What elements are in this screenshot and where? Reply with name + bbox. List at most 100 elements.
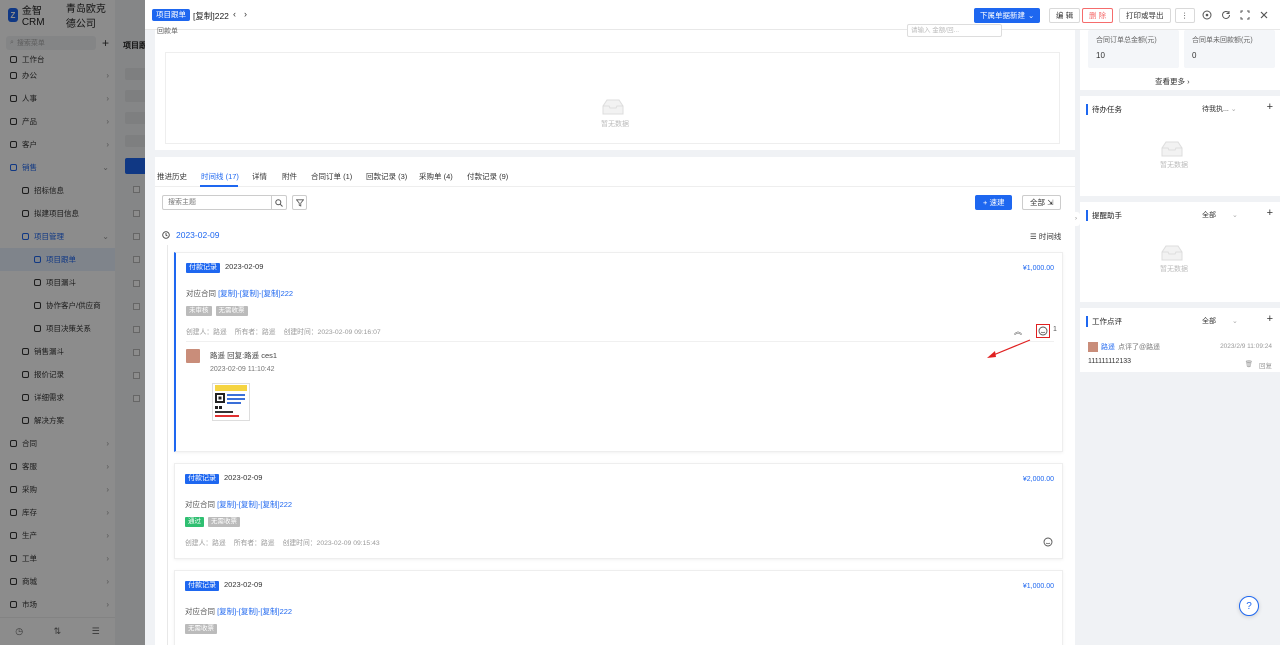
add-reminder-icon[interactable]: + xyxy=(1267,207,1273,219)
record-badges: 通过 无需收票 xyxy=(185,517,240,527)
record-type-tag: 付款记录 xyxy=(185,474,219,484)
timeline-record[interactable]: 付款记录 2023-02-09 ¥2,000.00 对应合同 [复制]-[复制]… xyxy=(174,463,1063,559)
tab-contract-orders[interactable]: 合同订单 (1) xyxy=(311,171,352,182)
timeline-record[interactable]: 付款记录 2023-02-09 ¥1,000.00 对应合同 [复制]-[复制]… xyxy=(174,252,1063,452)
stats-card: 合同订单总金额(元) 10 合同单未回款额(元) 0 查看更多 › xyxy=(1080,30,1280,90)
receipt-card-title: 回款单 xyxy=(157,28,178,35)
chevron-down-icon: ⌄ xyxy=(1231,212,1238,219)
search-input[interactable] xyxy=(163,196,271,209)
comment-icon[interactable] xyxy=(1037,325,1049,337)
record-date: 2023-02-09 xyxy=(224,473,263,482)
collapse-icon: ⇲ xyxy=(1047,198,1054,207)
invoice-badge: 无需收票 xyxy=(208,517,240,527)
module-tag: 项目跟单 xyxy=(152,9,190,21)
active-tab-indicator xyxy=(200,185,238,187)
review-actions: 🗑 回复 xyxy=(1245,360,1272,370)
print-export-button[interactable]: 打印或导出 xyxy=(1119,8,1171,23)
record-amount: ¥2,000.00 xyxy=(1022,476,1054,483)
empty-state: 暂无数据 xyxy=(601,98,629,129)
comment-image[interactable] xyxy=(212,383,250,421)
tab-progress-history[interactable]: 推进历史 xyxy=(157,171,187,182)
tab-attachments[interactable]: 附件 xyxy=(282,171,297,182)
todo-title: 待办任务 xyxy=(1086,104,1122,115)
todo-card: 待办任务 待我执... ⌄ + 暂无数据 xyxy=(1080,96,1280,196)
quick-create-button[interactable]: + 速建 xyxy=(975,195,1013,210)
downstream-create-button[interactable]: 下属单据新建 ⌄ xyxy=(974,8,1041,23)
view-more-link[interactable]: 查看更多 › xyxy=(1155,76,1190,87)
invoice-badge: 无需收票 xyxy=(185,624,217,634)
review-text: 111111112133 xyxy=(1088,358,1132,365)
review-filter[interactable]: 全部 ⌄ xyxy=(1202,316,1238,326)
drawer-header: 项目跟单 [复制]222 ‹ › 下属单据新建 ⌄ 编 辑 删 除 打印或导出 ⋮ xyxy=(145,0,1280,30)
record-contract: 对应合同 [复制]-[复制]-[复制]222 xyxy=(185,500,293,509)
next-record-icon[interactable]: › xyxy=(244,9,247,19)
all-filter-button[interactable]: 全部 ⇲ xyxy=(1022,195,1062,210)
clock-icon xyxy=(162,231,170,239)
delete-button[interactable]: 删 除 xyxy=(1082,8,1114,23)
detail-drawer: 项目跟单 [复制]222 ‹ › 下属单据新建 ⌄ 编 辑 删 除 打印或导出 ⋮… xyxy=(145,0,1280,645)
timeline-axis xyxy=(167,245,168,645)
comment-icon[interactable] xyxy=(1042,536,1054,548)
empty-box-icon xyxy=(1161,245,1183,261)
todo-filter[interactable]: 待我执... ⌄ xyxy=(1202,104,1237,114)
timeline-record[interactable]: 付款记录 2023-02-09 ¥1,000.00 对应合同 [复制]-[复制]… xyxy=(174,570,1063,645)
avatar xyxy=(1088,342,1098,352)
timeline-icon: ☰ xyxy=(1030,232,1037,241)
tab-payment-records[interactable]: 付款记录 (9) xyxy=(467,171,508,182)
reminder-title: 提醒助手 xyxy=(1086,210,1122,221)
edit-button[interactable]: 编 辑 xyxy=(1049,8,1081,23)
filter-icon[interactable] xyxy=(292,195,307,210)
stat-contract-total: 合同订单总金额(元) 10 xyxy=(1088,30,1179,68)
refresh-icon[interactable] xyxy=(1221,10,1231,20)
invoice-badge: 无需收票 xyxy=(215,306,248,316)
delete-icon[interactable]: 🗑 xyxy=(1245,360,1253,370)
tab-receipt-records[interactable]: 回款记录 (3) xyxy=(366,171,407,182)
record-date: 2023-02-09 xyxy=(224,580,263,589)
chevron-down-icon: ⌄ xyxy=(1028,11,1035,20)
tab-details[interactable]: 详情 xyxy=(252,171,267,182)
reminder-filter[interactable]: 全部 ⌄ xyxy=(1202,210,1238,220)
record-meta: 创建人：路遥 所有者：路遥 创建时间：2023-02-09 09:15:43 xyxy=(185,540,380,547)
modal-overlay[interactable] xyxy=(0,0,145,645)
contract-link[interactable]: [复制]-[复制]-[复制]222 xyxy=(218,289,293,298)
review-date: 2023/2/9 11:09:24 xyxy=(1220,343,1272,350)
record-type-tag: 付款记录 xyxy=(186,263,220,273)
receipt-card: 回款单 请输入 金额/回... 暂无数据 xyxy=(155,24,1075,150)
review-title: 工作点评 xyxy=(1086,316,1122,327)
comment-count: 1 xyxy=(1053,326,1057,333)
tab-timeline[interactable]: 时间线 (17) xyxy=(201,171,239,182)
fullscreen-icon[interactable] xyxy=(1240,10,1250,20)
main-column: 回款单 请输入 金额/回... 暂无数据 推进历史 时间线 (17) 详情 附件… xyxy=(155,24,1075,645)
timeline-view-toggle[interactable]: ☰ 时间线 xyxy=(1030,231,1061,242)
reply-link[interactable]: 回复 xyxy=(1259,360,1272,370)
chevron-right-icon: › xyxy=(1187,77,1190,86)
target-icon[interactable] xyxy=(1202,10,1212,20)
receipt-search-input[interactable]: 请输入 金额/回... xyxy=(907,24,1002,37)
add-review-icon[interactable]: + xyxy=(1267,313,1273,325)
record-amount: ¥1,000.00 xyxy=(1022,265,1054,272)
tab-purchase-orders[interactable]: 采购单 (4) xyxy=(419,171,453,182)
status-badge: 通过 xyxy=(185,517,204,527)
record-contract: 对应合同 [复制]-[复制]-[复制]222 xyxy=(186,289,294,298)
add-todo-icon[interactable]: + xyxy=(1267,101,1273,113)
right-panel: 合同订单总金额(元) 10 合同单未回款额(元) 0 查看更多 › 待办任务 待… xyxy=(1080,30,1280,645)
qr-code-icon xyxy=(215,385,247,417)
empty-state: 暂无数据 xyxy=(1160,244,1188,274)
help-button[interactable]: ? xyxy=(1239,596,1259,616)
reminder-card: 提醒助手 全部 ⌄ + 暂无数据 xyxy=(1080,202,1280,302)
record-type-tag: 付款记录 xyxy=(185,581,219,591)
chevron-down-icon: ⌄ xyxy=(1231,318,1238,325)
empty-box-icon xyxy=(602,99,624,115)
prev-record-icon[interactable]: ‹ xyxy=(233,9,236,19)
contract-link[interactable]: [复制]-[复制]-[复制]222 xyxy=(217,607,292,616)
search-icon[interactable] xyxy=(271,196,286,209)
divider xyxy=(186,341,1054,342)
review-author: 路遥 点评了@路遥 xyxy=(1088,342,1160,352)
more-button[interactable]: ⋮ xyxy=(1175,8,1195,23)
empty-box-icon xyxy=(1161,141,1183,157)
close-icon[interactable] xyxy=(1259,10,1269,20)
contract-link[interactable]: [复制]-[复制]-[复制]222 xyxy=(217,500,292,509)
record-contract: 对应合同 [复制]-[复制]-[复制]222 xyxy=(185,607,293,616)
collapse-up-icon[interactable]: ︽ xyxy=(1014,326,1022,337)
receipt-table: 暂无数据 xyxy=(165,52,1060,144)
